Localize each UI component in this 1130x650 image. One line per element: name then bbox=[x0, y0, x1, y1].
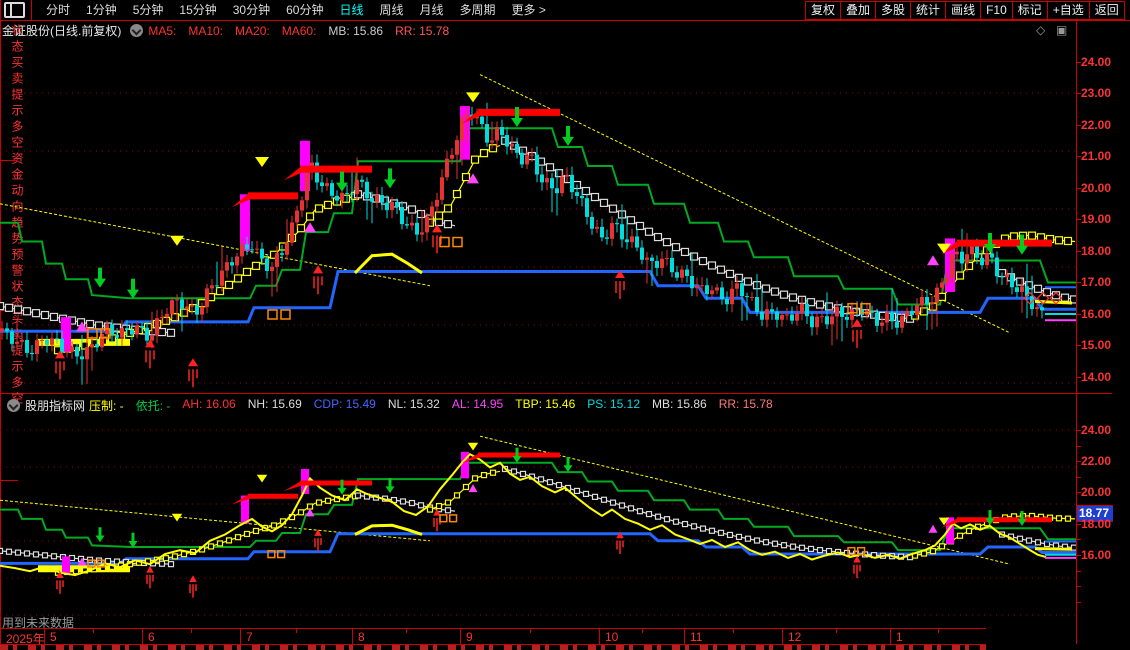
axis-label: 20.00 bbox=[1081, 485, 1115, 499]
axis-separator-line bbox=[1076, 20, 1077, 644]
axis-label: 16.00 bbox=[1081, 548, 1115, 562]
month-boundary bbox=[890, 629, 891, 644]
indicator-site-label: 股朋指标网 bbox=[25, 397, 85, 414]
half-month-tick bbox=[733, 629, 734, 633]
axis-label: 23.00 bbox=[1081, 86, 1115, 100]
half-month-tick bbox=[296, 629, 297, 633]
month-label-6: 6 bbox=[148, 630, 155, 644]
field-MB: MB: 15.86 bbox=[328, 24, 383, 38]
half-month-tick bbox=[836, 629, 837, 633]
field-PS: PS: 15.12 bbox=[587, 397, 640, 414]
chart-canvas[interactable] bbox=[0, 0, 1076, 650]
axis-label: 24.00 bbox=[1081, 55, 1115, 69]
diamond-icon[interactable]: ◇ bbox=[1036, 23, 1045, 37]
chevron-down-icon[interactable] bbox=[130, 24, 143, 37]
field-MB: MB: 15.86 bbox=[652, 397, 707, 414]
stock-title: 金证股份(日线.前复权) bbox=[2, 22, 121, 39]
field-NL: NL: 15.32 bbox=[388, 397, 440, 414]
month-label-7: 7 bbox=[246, 630, 253, 644]
axis-label: 14.00 bbox=[1081, 370, 1115, 384]
month-boundary bbox=[352, 629, 353, 644]
half-month-tick bbox=[93, 629, 94, 633]
field-MA5: MA5: bbox=[148, 24, 176, 38]
half-month-tick bbox=[642, 629, 643, 633]
ma-fields: MA5: MA10: MA20: MA60: MB: 15.86 RR: 15.78 bbox=[148, 24, 461, 38]
clipped-status-row bbox=[0, 645, 986, 650]
month-label-11: 11 bbox=[690, 630, 702, 644]
axis-tick bbox=[1076, 93, 1081, 94]
axis-tick bbox=[1076, 345, 1081, 346]
axis-tick bbox=[1076, 492, 1081, 493]
field-MA60: MA60: bbox=[282, 24, 317, 38]
field-RR: RR: 15.78 bbox=[395, 24, 449, 38]
axis-label: 21.00 bbox=[1081, 149, 1115, 163]
axis-tick bbox=[1076, 62, 1081, 63]
field-AH: AH: 16.06 bbox=[182, 397, 235, 414]
indicator-pane-header: 股朋指标网 压制: - 依托: - AH: 16.06 NH: 15.69 CDP: 1… bbox=[2, 396, 785, 414]
axis-tick bbox=[1076, 461, 1081, 462]
axis-label: 24.00 bbox=[1081, 423, 1115, 437]
axis-tick bbox=[1076, 282, 1081, 283]
axis-tick bbox=[1076, 430, 1081, 431]
half-month-tick bbox=[938, 629, 939, 633]
axis-label: 16.00 bbox=[1081, 307, 1115, 321]
half-month-tick bbox=[530, 629, 531, 633]
axis-minor-tick bbox=[1076, 539, 1081, 540]
axis-tick bbox=[1076, 188, 1081, 189]
axis-minor-tick bbox=[1076, 586, 1081, 587]
month-label-10: 10 bbox=[605, 630, 618, 644]
field-RR: RR: 15.78 bbox=[719, 397, 773, 414]
month-boundary bbox=[240, 629, 241, 644]
trading-app-window: 分时1分钟5分钟15分钟30分钟60分钟日线周线月线多周期更多 > 复权叠加多股… bbox=[0, 0, 1130, 650]
axis-tick bbox=[1076, 219, 1081, 220]
axis-minor-tick bbox=[1076, 477, 1081, 478]
month-boundary bbox=[44, 629, 45, 644]
date-axis: 2025年 567891011121 bbox=[0, 628, 986, 645]
axis-tick bbox=[1076, 555, 1081, 556]
toolbar-button-返回[interactable]: 返回 bbox=[1089, 1, 1125, 20]
axis-tick bbox=[1076, 377, 1081, 378]
axis-label: 17.00 bbox=[1081, 275, 1115, 289]
axis-tick bbox=[1076, 156, 1081, 157]
month-boundary bbox=[684, 629, 685, 644]
field-MA20: MA20: bbox=[235, 24, 270, 38]
month-label-5: 5 bbox=[50, 630, 57, 644]
month-label-8: 8 bbox=[358, 630, 365, 644]
month-boundary bbox=[460, 629, 461, 644]
month-label-12: 12 bbox=[788, 630, 801, 644]
axis-tick bbox=[1076, 314, 1081, 315]
axis-minor-tick bbox=[1076, 508, 1081, 509]
field-依托: 依托: - bbox=[136, 397, 171, 414]
month-boundary bbox=[142, 629, 143, 644]
axis-minor-tick bbox=[1076, 571, 1081, 572]
chevron-down-icon[interactable] bbox=[7, 399, 20, 412]
axis-tick bbox=[1076, 524, 1081, 525]
axis-label: 22.00 bbox=[1081, 118, 1115, 132]
half-month-tick bbox=[406, 629, 407, 633]
field-压制: 压制: - bbox=[89, 397, 124, 414]
month-label-1: 1 bbox=[896, 630, 903, 644]
month-boundary bbox=[782, 629, 783, 644]
half-month-tick bbox=[191, 629, 192, 633]
field-MA10: MA10: bbox=[188, 24, 223, 38]
field-NH: NH: 15.69 bbox=[248, 397, 302, 414]
split-pane-icon[interactable]: ▣ bbox=[1056, 23, 1067, 37]
axis-minor-tick bbox=[1076, 602, 1081, 603]
axis-label: 18.00 bbox=[1081, 244, 1115, 258]
axis-label: 22.00 bbox=[1081, 454, 1115, 468]
axis-minor-tick bbox=[1076, 446, 1081, 447]
field-CDP: CDP: 15.49 bbox=[314, 397, 376, 414]
axis-tick bbox=[1076, 251, 1081, 252]
indicator-fields: 压制: - 依托: - AH: 16.06 NH: 15.69 CDP: 15.49 NL… bbox=[89, 397, 785, 414]
axis-tick bbox=[1076, 125, 1081, 126]
price-pane-header: 金证股份(日线.前复权) MA5: MA10: MA20: MA60: MB: 15.8… bbox=[2, 22, 461, 39]
field-TBP: TBP: 15.46 bbox=[515, 397, 575, 414]
axis-label: 19.00 bbox=[1081, 212, 1115, 226]
month-label-9: 9 bbox=[466, 630, 473, 644]
field-AL: AL: 14.95 bbox=[452, 397, 503, 414]
axis-label: 18.00 bbox=[1081, 517, 1115, 531]
axis-label: 20.00 bbox=[1081, 181, 1115, 195]
month-boundary bbox=[599, 629, 600, 644]
axis-label: 15.00 bbox=[1081, 338, 1115, 352]
